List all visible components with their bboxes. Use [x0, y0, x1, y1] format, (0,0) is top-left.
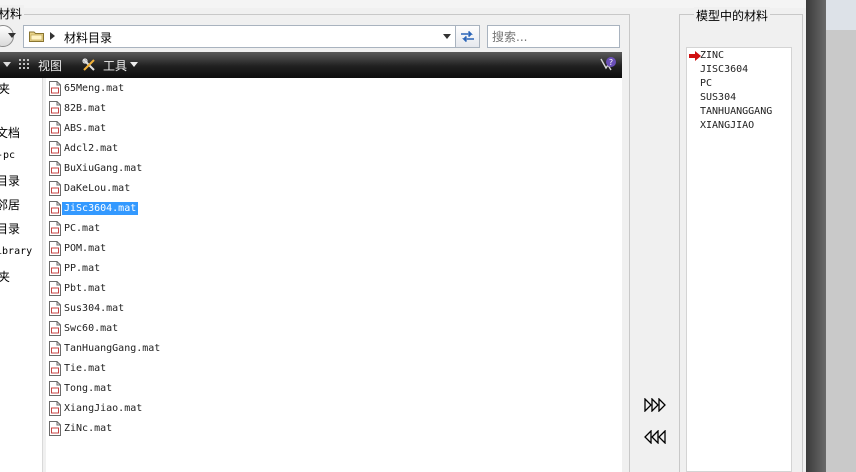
file-name: BuXiuGang.mat — [64, 162, 143, 174]
nav-item[interactable]: 夹 — [0, 80, 10, 97]
model-material-item[interactable]: XIANGJIAO — [700, 120, 754, 131]
mat-file-icon — [49, 240, 61, 256]
mat-file-icon — [49, 420, 61, 436]
navigation-pane: 夹 文档 -pc 目录 邻居 目录 Library 夹 — [0, 78, 43, 472]
file-name: Sus304.mat — [64, 302, 125, 314]
file-name: Swc60.mat — [64, 322, 119, 334]
view-menu[interactable]: 视图 — [38, 57, 62, 74]
file-item[interactable]: JiSc3604.mat — [49, 199, 139, 217]
remove-material-button[interactable] — [644, 429, 666, 445]
triple-left-arrow-icon — [644, 429, 666, 445]
file-name: 82B.mat — [64, 102, 107, 114]
file-list: 65Meng.mat 82B.mat ABS.mat Adcl2.mat BuXiuGa… — [46, 78, 622, 472]
mat-file-icon — [49, 200, 61, 216]
file-item[interactable]: Sus304.mat — [49, 299, 126, 317]
nav-item[interactable]: 目录 — [0, 172, 20, 189]
file-name: POM.mat — [64, 242, 107, 254]
group-title: 材料 — [0, 5, 25, 22]
file-item[interactable]: ABS.mat — [49, 119, 108, 137]
model-material-item[interactable]: SUS304 — [700, 92, 736, 103]
tools-icon — [82, 58, 95, 71]
mat-file-icon — [49, 260, 61, 276]
mat-file-icon — [49, 300, 61, 316]
triple-right-arrow-icon — [644, 397, 666, 413]
file-item[interactable]: PP.mat — [49, 259, 102, 277]
help-icon[interactable]: ? — [599, 56, 617, 73]
mat-file-icon — [49, 400, 61, 416]
file-name: Pbt.mat — [64, 282, 107, 294]
file-name: Tie.mat — [64, 362, 107, 374]
refresh-icon — [461, 30, 474, 43]
file-name: 65Meng.mat — [64, 82, 125, 94]
file-item[interactable]: 82B.mat — [49, 99, 108, 117]
file-name: DaKeLou.mat — [64, 182, 131, 194]
breadcrumb-current[interactable]: 材料目录 — [64, 29, 112, 46]
mat-file-icon — [49, 120, 61, 136]
nav-item[interactable]: -pc — [0, 150, 15, 161]
address-dropdown-icon[interactable] — [443, 34, 451, 39]
nav-item[interactable]: 目录 — [0, 220, 20, 237]
folder-icon — [29, 31, 44, 42]
file-name: PC.mat — [64, 222, 101, 234]
file-name: JiSc3604.mat — [62, 201, 139, 215]
add-material-button[interactable] — [644, 397, 666, 413]
file-item[interactable]: Swc60.mat — [49, 319, 120, 337]
mat-file-icon — [49, 160, 61, 176]
file-item[interactable]: Pbt.mat — [49, 279, 108, 297]
file-item[interactable]: Adcl2.mat — [49, 139, 120, 157]
mat-file-icon — [49, 80, 61, 96]
mat-file-icon — [49, 100, 61, 116]
mat-file-icon — [49, 380, 61, 396]
file-name: TanHuangGang.mat — [64, 342, 161, 354]
file-name: Adcl2.mat — [64, 142, 119, 154]
model-material-item[interactable]: PC — [700, 78, 712, 89]
tools-dropdown-icon[interactable] — [130, 62, 138, 67]
file-name: XiangJiao.mat — [64, 402, 143, 414]
history-dropdown-icon[interactable] — [8, 33, 16, 38]
file-name: Tong.mat — [64, 382, 113, 394]
background-window-edge — [806, 0, 826, 472]
mat-file-icon — [49, 280, 61, 296]
file-item[interactable]: Tong.mat — [49, 379, 114, 397]
breadcrumb-separator-icon[interactable] — [50, 32, 55, 40]
file-name: ZiNc.mat — [64, 422, 113, 434]
model-material-item[interactable]: TANHUANGGANG — [700, 106, 772, 117]
file-item[interactable]: BuXiuGang.mat — [49, 159, 144, 177]
file-item[interactable]: ZiNc.mat — [49, 419, 114, 437]
file-item[interactable]: PC.mat — [49, 219, 102, 237]
nav-item[interactable]: Library — [0, 246, 32, 257]
nav-item[interactable]: 邻居 — [0, 196, 20, 213]
mat-file-icon — [49, 320, 61, 336]
model-materials-title: 模型中的材料 — [694, 7, 771, 24]
file-item[interactable]: XiangJiao.mat — [49, 399, 144, 417]
file-item[interactable]: Tie.mat — [49, 359, 108, 377]
file-item[interactable]: DaKeLou.mat — [49, 179, 132, 197]
search-input[interactable] — [487, 25, 620, 48]
mat-file-icon — [49, 140, 61, 156]
file-name: PP.mat — [64, 262, 101, 274]
mat-file-icon — [49, 360, 61, 376]
model-materials-list: ZINC JISC3604 PC SUS304 TANHUANGGANG XIANGJIA… — [686, 47, 792, 472]
red-arrow-icon — [689, 51, 701, 61]
svg-text:?: ? — [609, 58, 613, 67]
tools-menu[interactable]: 工具 — [103, 57, 127, 74]
organize-dropdown-icon[interactable] — [3, 62, 11, 67]
model-material-item[interactable]: JISC3604 — [700, 64, 748, 75]
nav-item[interactable]: 夹 — [0, 268, 10, 285]
refresh-button[interactable] — [455, 25, 480, 48]
mat-file-icon — [49, 220, 61, 236]
background-window — [826, 0, 856, 30]
model-material-item[interactable]: ZINC — [700, 50, 724, 61]
file-item[interactable]: 65Meng.mat — [49, 79, 126, 97]
mat-file-icon — [49, 180, 61, 196]
file-item[interactable]: TanHuangGang.mat — [49, 339, 162, 357]
nav-item[interactable]: 文档 — [0, 124, 20, 141]
mat-file-icon — [49, 340, 61, 356]
file-name: ABS.mat — [64, 122, 107, 134]
background-window — [826, 30, 856, 472]
file-item[interactable]: POM.mat — [49, 239, 108, 257]
view-icon — [19, 59, 29, 69]
